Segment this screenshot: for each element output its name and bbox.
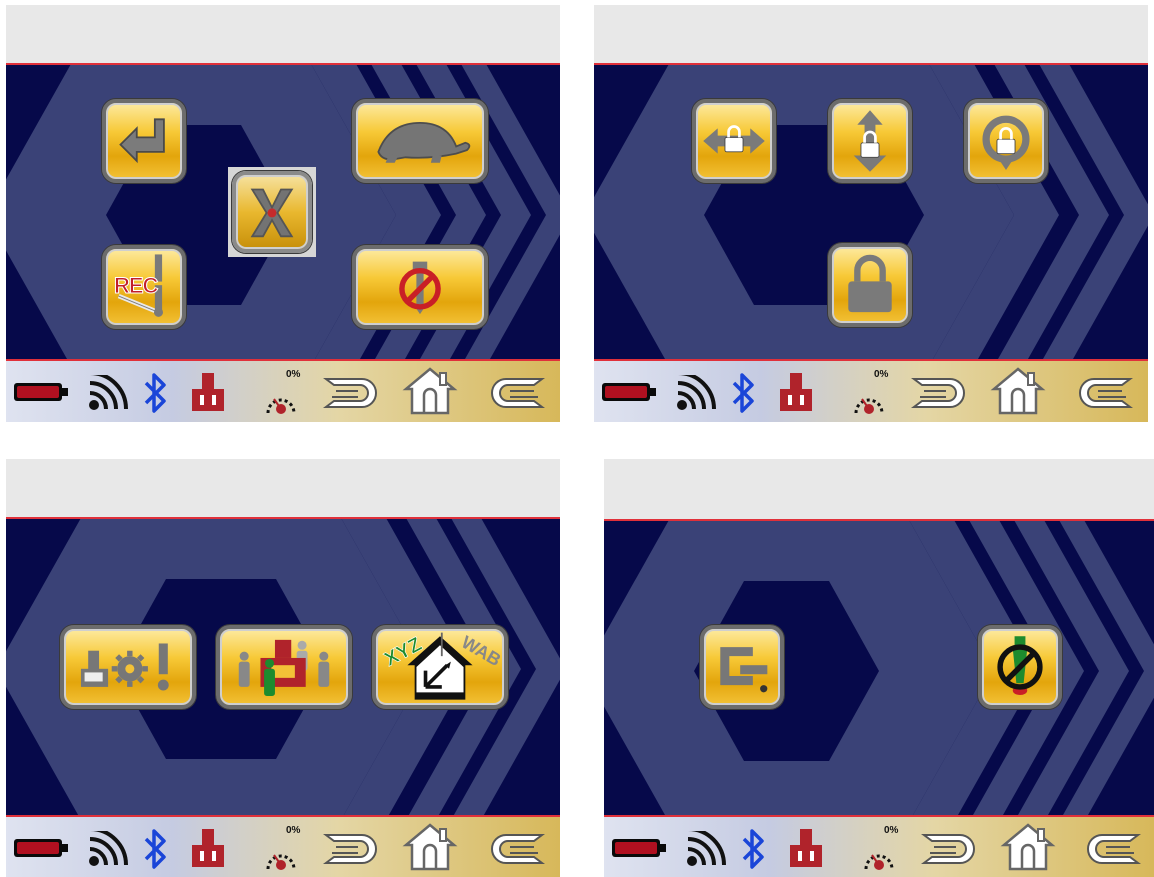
speed-gauge-icon	[862, 843, 896, 873]
status-bar: 0%	[594, 361, 1148, 422]
speed-gauge-icon	[264, 843, 298, 873]
turtle-icon	[377, 121, 471, 163]
screen-settings-menu: XYZ WAB 0%	[6, 459, 560, 877]
home-icon[interactable]	[402, 367, 458, 417]
wireless-signal-icon	[684, 831, 726, 869]
disable-spindle-button[interactable]	[978, 625, 1062, 709]
title-bar	[6, 5, 560, 63]
cancel-axis-button[interactable]	[232, 171, 312, 253]
menu-area	[604, 521, 1154, 815]
rotation-lock-icon	[982, 115, 1030, 170]
menu-right-icon[interactable]	[920, 827, 980, 873]
screen-clamp-menu: 0%	[604, 459, 1154, 877]
home-icon[interactable]	[402, 823, 458, 873]
speed-gauge-icon	[852, 387, 886, 417]
clamp-icon	[720, 647, 768, 693]
bluetooth-icon	[142, 371, 170, 415]
machine-icon	[778, 373, 814, 413]
wireless-signal-icon	[86, 375, 128, 413]
title-bar	[6, 459, 560, 517]
speed-percent: 0%	[286, 825, 301, 836]
wireless-signal-icon	[86, 831, 128, 869]
home-icon[interactable]	[1000, 823, 1056, 873]
machine-settings-button[interactable]	[60, 625, 196, 709]
menu-left-icon[interactable]	[1072, 371, 1134, 417]
home-icon[interactable]	[990, 367, 1046, 417]
menu-area	[594, 65, 1148, 359]
menu-right-icon[interactable]	[322, 371, 382, 417]
battery-icon	[612, 837, 668, 859]
record-label: REC	[113, 273, 158, 299]
lock-rotation-button[interactable]	[964, 99, 1048, 183]
machine-icon	[788, 829, 824, 869]
operator-positions-button[interactable]	[216, 625, 352, 709]
battery-icon	[14, 837, 70, 859]
return-arrow-icon	[119, 118, 165, 164]
record-button[interactable]: REC	[102, 245, 186, 329]
speed-percent: 0%	[874, 369, 889, 380]
bluetooth-icon	[142, 827, 170, 871]
machine-gear-icon	[80, 643, 169, 691]
disable-tool-button[interactable]	[352, 245, 488, 329]
menu-left-icon[interactable]	[1080, 827, 1142, 873]
menu-area: REC	[6, 65, 560, 359]
coordinate-system-button[interactable]: XYZ WAB	[372, 625, 508, 709]
wireless-signal-icon	[674, 375, 716, 413]
menu-left-icon[interactable]	[484, 827, 546, 873]
speed-percent: 0%	[286, 369, 301, 380]
status-bar: 0%	[6, 361, 560, 422]
bluetooth-icon	[730, 371, 758, 415]
padlock-icon	[848, 254, 892, 313]
menu-left-icon[interactable]	[484, 371, 546, 417]
lock-all-button[interactable]	[828, 243, 912, 327]
title-bar	[604, 459, 1154, 519]
return-button[interactable]	[102, 99, 186, 183]
title-bar	[594, 5, 1148, 63]
slow-speed-button[interactable]	[352, 99, 488, 183]
screen-lock-menu: 0%	[594, 5, 1148, 422]
machine-icon	[190, 373, 226, 413]
screen-operation-menu: REC 0%	[6, 5, 560, 422]
lock-horizontal-button[interactable]	[692, 99, 776, 183]
vertical-lock-icon	[853, 110, 887, 172]
speed-percent: 0%	[884, 825, 899, 836]
battery-icon	[14, 381, 70, 403]
lock-vertical-button[interactable]	[828, 99, 912, 183]
menu-area: XYZ WAB	[6, 519, 560, 815]
status-bar: 0%	[604, 817, 1154, 877]
x-axis-icon	[250, 188, 294, 238]
background-chevron-pattern	[604, 521, 1154, 815]
menu-right-icon[interactable]	[322, 827, 382, 873]
no-tool-icon	[399, 261, 441, 315]
clamp-button[interactable]	[700, 625, 784, 709]
battery-icon	[602, 381, 658, 403]
menu-right-icon[interactable]	[910, 371, 970, 417]
machine-icon	[190, 829, 226, 869]
no-spindle-icon	[997, 636, 1043, 696]
operators-icon	[238, 639, 330, 696]
horizontal-lock-icon	[703, 125, 765, 154]
status-bar: 0%	[6, 817, 560, 877]
bluetooth-icon	[740, 827, 768, 871]
speed-gauge-icon	[264, 387, 298, 417]
